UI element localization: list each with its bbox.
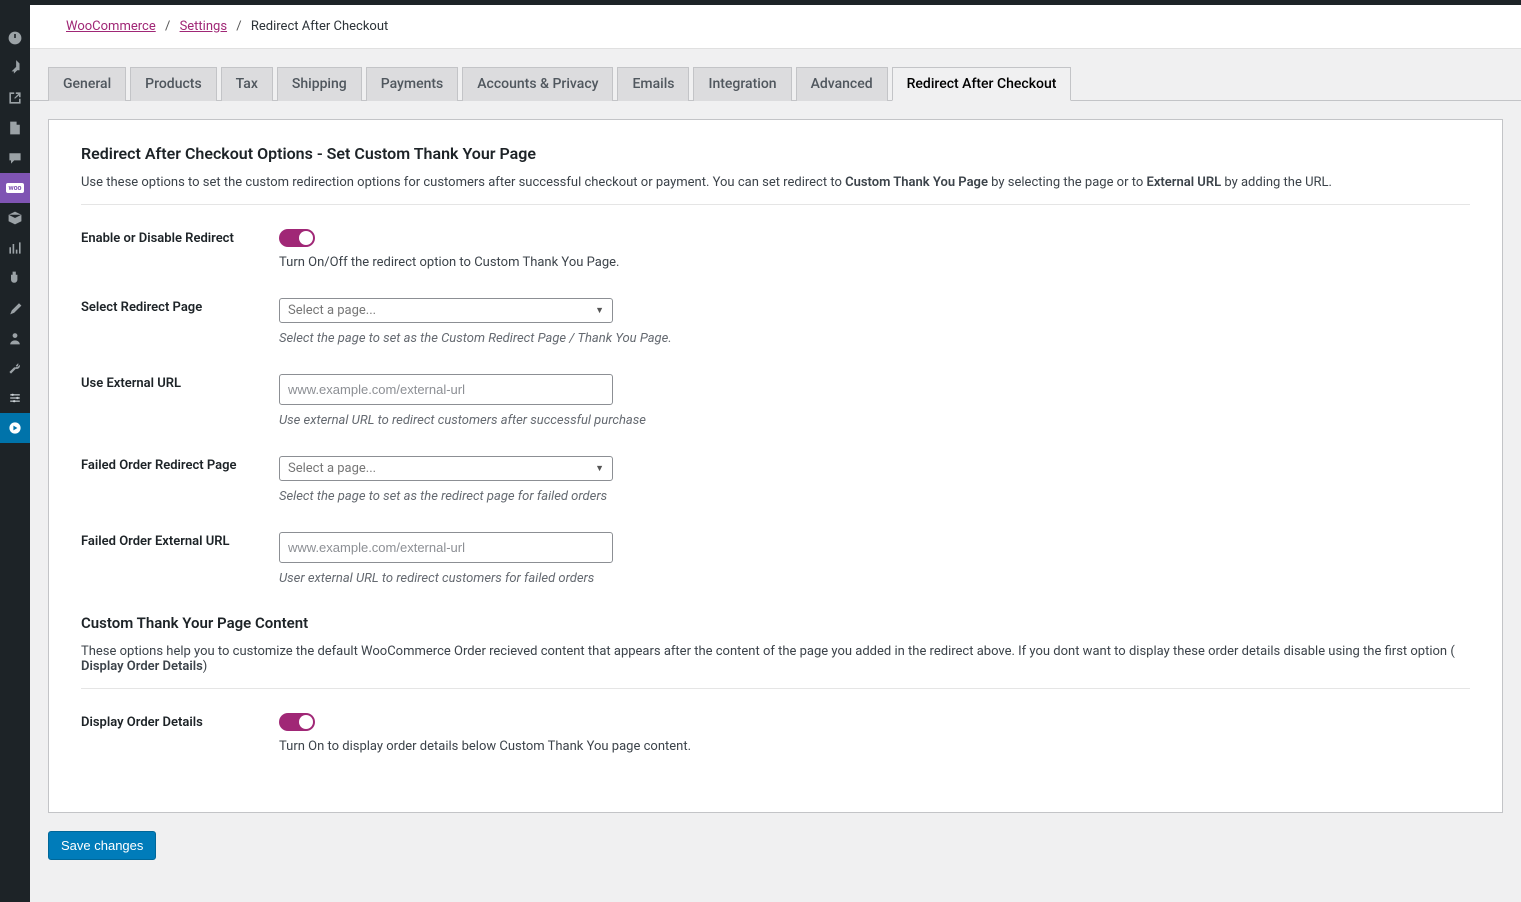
select-redirect-page-dropdown[interactable]: Select a page... ▼ xyxy=(279,298,613,323)
tab-tax[interactable]: Tax xyxy=(221,67,273,101)
fail-page-help: Select the page to set as the redirect p… xyxy=(279,489,1470,504)
woocommerce-icon[interactable]: woo xyxy=(0,173,30,203)
users-icon[interactable] xyxy=(0,323,30,353)
tab-payments[interactable]: Payments xyxy=(366,67,459,101)
pin-icon[interactable] xyxy=(0,53,30,83)
enable-redirect-label: Enable or Disable Redirect xyxy=(81,229,279,270)
section-description: Use these options to set the custom redi… xyxy=(81,175,1470,205)
appearance-icon[interactable] xyxy=(0,293,30,323)
breadcrumb: WooCommerce / Settings / Redirect After … xyxy=(30,5,1521,49)
fail-url-help: User external URL to redirect customers … xyxy=(279,571,1470,586)
products-icon[interactable] xyxy=(0,203,30,233)
tab-integration[interactable]: Integration xyxy=(693,67,791,101)
settings-panel: Redirect After Checkout Options - Set Cu… xyxy=(48,119,1503,813)
tab-general[interactable]: General xyxy=(48,67,126,101)
chevron-down-icon: ▼ xyxy=(595,305,604,316)
tab-emails[interactable]: Emails xyxy=(617,67,689,101)
active-plugin-icon[interactable] xyxy=(0,413,30,443)
breadcrumb-woocommerce[interactable]: WooCommerce xyxy=(66,19,156,34)
display-details-help: Turn On to display order details below C… xyxy=(279,739,1470,754)
main-content: WooCommerce / Settings / Redirect After … xyxy=(30,5,1521,902)
plugins-icon[interactable] xyxy=(0,263,30,293)
select-page-label: Select Redirect Page xyxy=(81,298,279,346)
tab-redirect[interactable]: Redirect After Checkout xyxy=(892,67,1072,101)
display-details-label: Display Order Details xyxy=(81,713,279,754)
admin-sidebar: woo xyxy=(0,5,30,902)
external-url-help: Use external URL to redirect customers a… xyxy=(279,413,1470,428)
fail-redirect-page-dropdown[interactable]: Select a page... ▼ xyxy=(279,456,613,481)
section2-title: Custom Thank Your Page Content xyxy=(81,614,1470,632)
settings-icon[interactable] xyxy=(0,383,30,413)
fail-url-label: Failed Order External URL xyxy=(81,532,279,586)
section-title: Redirect After Checkout Options - Set Cu… xyxy=(81,144,1470,163)
enable-redirect-help: Turn On/Off the redirect option to Custo… xyxy=(279,255,1470,270)
display-details-toggle[interactable] xyxy=(279,713,315,731)
dashboard-icon[interactable] xyxy=(0,23,30,53)
external-url-label: Use External URL xyxy=(81,374,279,428)
enable-redirect-toggle[interactable] xyxy=(279,229,315,247)
tab-accounts[interactable]: Accounts & Privacy xyxy=(462,67,613,101)
tab-advanced[interactable]: Advanced xyxy=(796,67,888,101)
section2-description: These options help you to customize the … xyxy=(81,644,1470,689)
tab-bar: General Products Tax Shipping Payments A… xyxy=(30,49,1521,101)
media-icon[interactable] xyxy=(0,83,30,113)
chevron-down-icon: ▼ xyxy=(595,463,604,474)
breadcrumb-current: Redirect After Checkout xyxy=(251,19,388,34)
tools-icon[interactable] xyxy=(0,353,30,383)
select-page-help: Select the page to set as the Custom Red… xyxy=(279,331,1470,346)
tab-products[interactable]: Products xyxy=(130,67,217,101)
fail-url-input[interactable] xyxy=(279,532,613,563)
pages-icon[interactable] xyxy=(0,113,30,143)
fail-page-label: Failed Order Redirect Page xyxy=(81,456,279,504)
save-button[interactable]: Save changes xyxy=(48,831,156,860)
breadcrumb-settings[interactable]: Settings xyxy=(180,19,227,34)
comments-icon[interactable] xyxy=(0,143,30,173)
tab-shipping[interactable]: Shipping xyxy=(277,67,362,101)
analytics-icon[interactable] xyxy=(0,233,30,263)
external-url-input[interactable] xyxy=(279,374,613,405)
